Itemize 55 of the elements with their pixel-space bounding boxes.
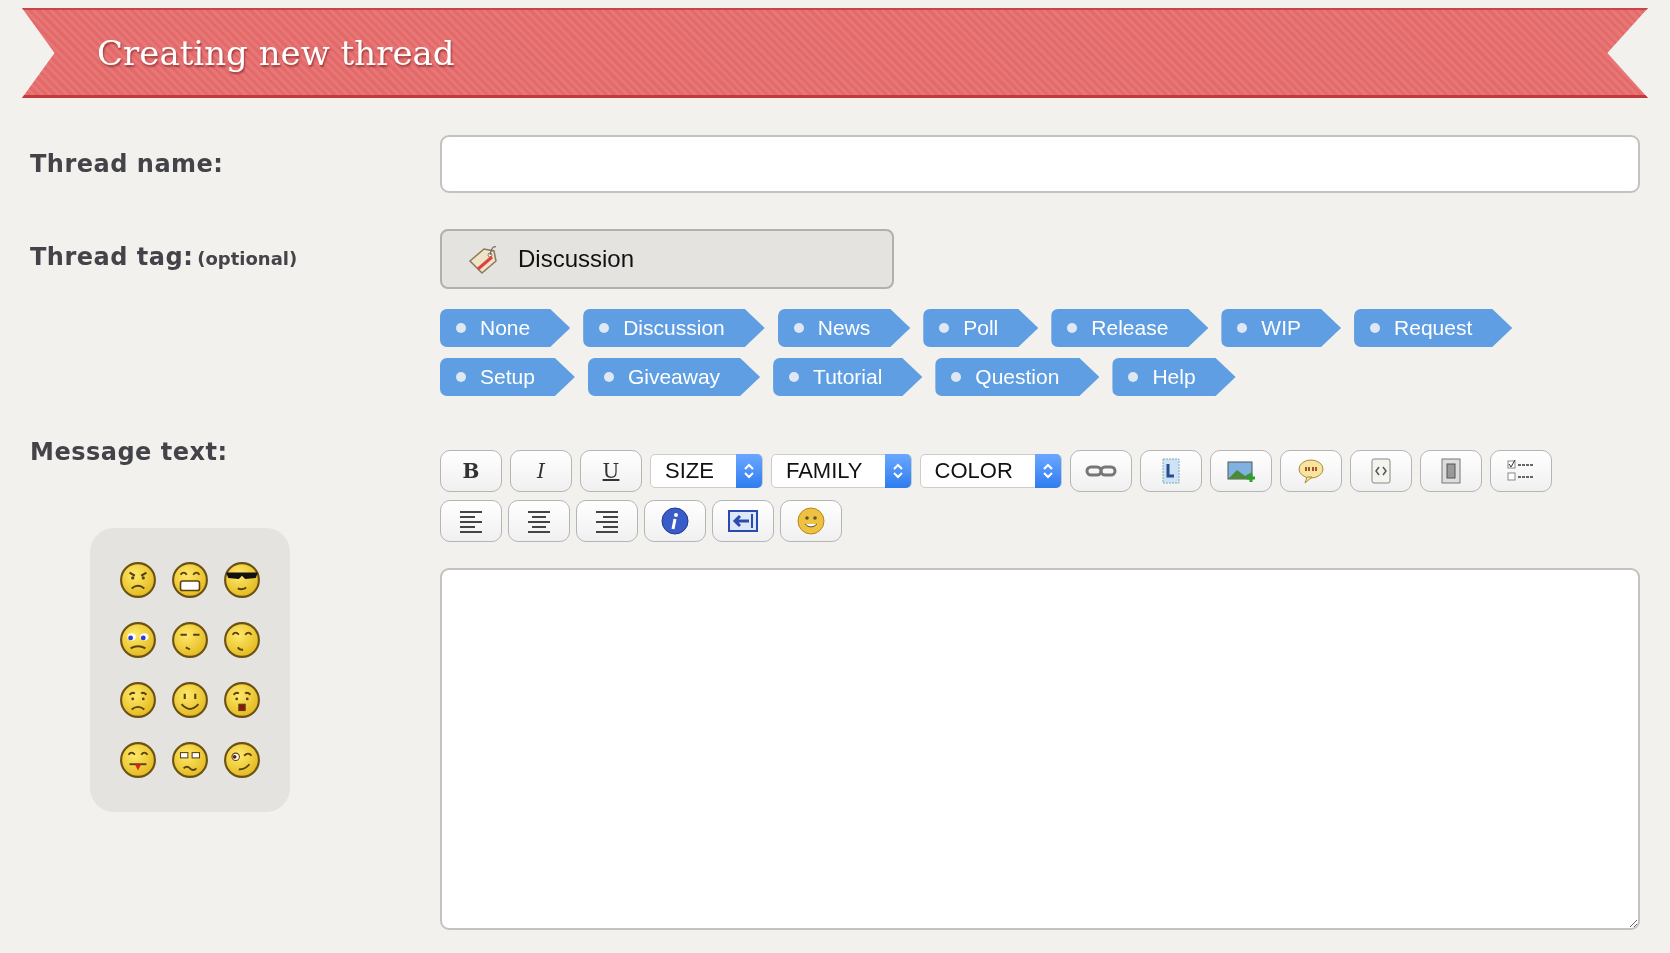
- dropdown[interactable]: SIZE: [650, 454, 763, 488]
- dropdown[interactable]: COLOR: [919, 454, 1062, 488]
- sad-face-icon[interactable]: [119, 681, 157, 719]
- sunglasses-face-icon[interactable]: [223, 561, 261, 599]
- tag-chip[interactable]: Tutorial: [773, 358, 923, 396]
- tag-dropdown[interactable]: Discussion: [440, 229, 894, 289]
- content-face-icon[interactable]: [223, 621, 261, 659]
- tongue-face-icon[interactable]: [119, 741, 157, 779]
- tag-chip[interactable]: Help: [1112, 358, 1236, 396]
- speech-bubble-button[interactable]: [1279, 450, 1342, 492]
- tag-chip[interactable]: WIP: [1221, 309, 1342, 347]
- surprised-face-icon[interactable]: [223, 681, 261, 719]
- tag-chip[interactable]: Setup: [440, 358, 575, 396]
- smiling-face-icon[interactable]: [171, 681, 209, 719]
- tag-chip[interactable]: News: [777, 309, 911, 347]
- field-label: Thread tag:: [30, 243, 194, 271]
- tag-chip[interactable]: None: [440, 309, 571, 347]
- chevrons-icon: [1041, 461, 1054, 481]
- italic-button[interactable]: I: [510, 450, 572, 492]
- arrow-left-button[interactable]: [712, 500, 774, 542]
- tag-chip[interactable]: Giveaway: [587, 358, 761, 396]
- door-button[interactable]: [1419, 450, 1482, 492]
- field-label: Thread name:: [30, 150, 224, 178]
- grinning-face-icon[interactable]: [171, 561, 209, 599]
- tag-chip[interactable]: Request: [1354, 309, 1513, 347]
- page-title: Creating new thread: [97, 33, 455, 73]
- field-label: Message text:: [30, 438, 229, 466]
- angry-face-icon[interactable]: [119, 561, 157, 599]
- tag-chip[interactable]: Discussion: [583, 309, 765, 347]
- tag-chip[interactable]: Question: [935, 358, 1100, 396]
- confused-face-icon[interactable]: [171, 741, 209, 779]
- tag-chip[interactable]: Release: [1051, 309, 1209, 347]
- tag-chip[interactable]: Poll: [923, 309, 1039, 347]
- smiley-icon: [795, 506, 827, 536]
- bold-button[interactable]: B: [440, 450, 502, 492]
- smirking-face-icon[interactable]: [171, 621, 209, 659]
- price-tag-icon: [466, 243, 500, 275]
- info-icon: [659, 506, 691, 536]
- align-left-button[interactable]: [440, 500, 502, 542]
- chevrons-icon: [891, 461, 904, 481]
- picture-button[interactable]: [1209, 450, 1272, 492]
- align-center-button[interactable]: [508, 500, 570, 542]
- underline-button[interactable]: U: [580, 450, 642, 492]
- link-button[interactable]: [1069, 450, 1132, 492]
- smiley-button[interactable]: [780, 500, 842, 542]
- thread-name-input[interactable]: [440, 135, 1640, 193]
- wide-eyed-face-icon[interactable]: [119, 621, 157, 659]
- checklist-button[interactable]: [1489, 450, 1552, 492]
- align-right-button[interactable]: [576, 500, 638, 542]
- chevrons-icon: [742, 461, 755, 481]
- optional-hint: (optional): [197, 248, 298, 269]
- winking-face-icon[interactable]: [223, 741, 261, 779]
- stamp-button[interactable]: [1139, 450, 1202, 492]
- dropdown[interactable]: FAMILY: [770, 454, 912, 488]
- info-button[interactable]: [644, 500, 706, 542]
